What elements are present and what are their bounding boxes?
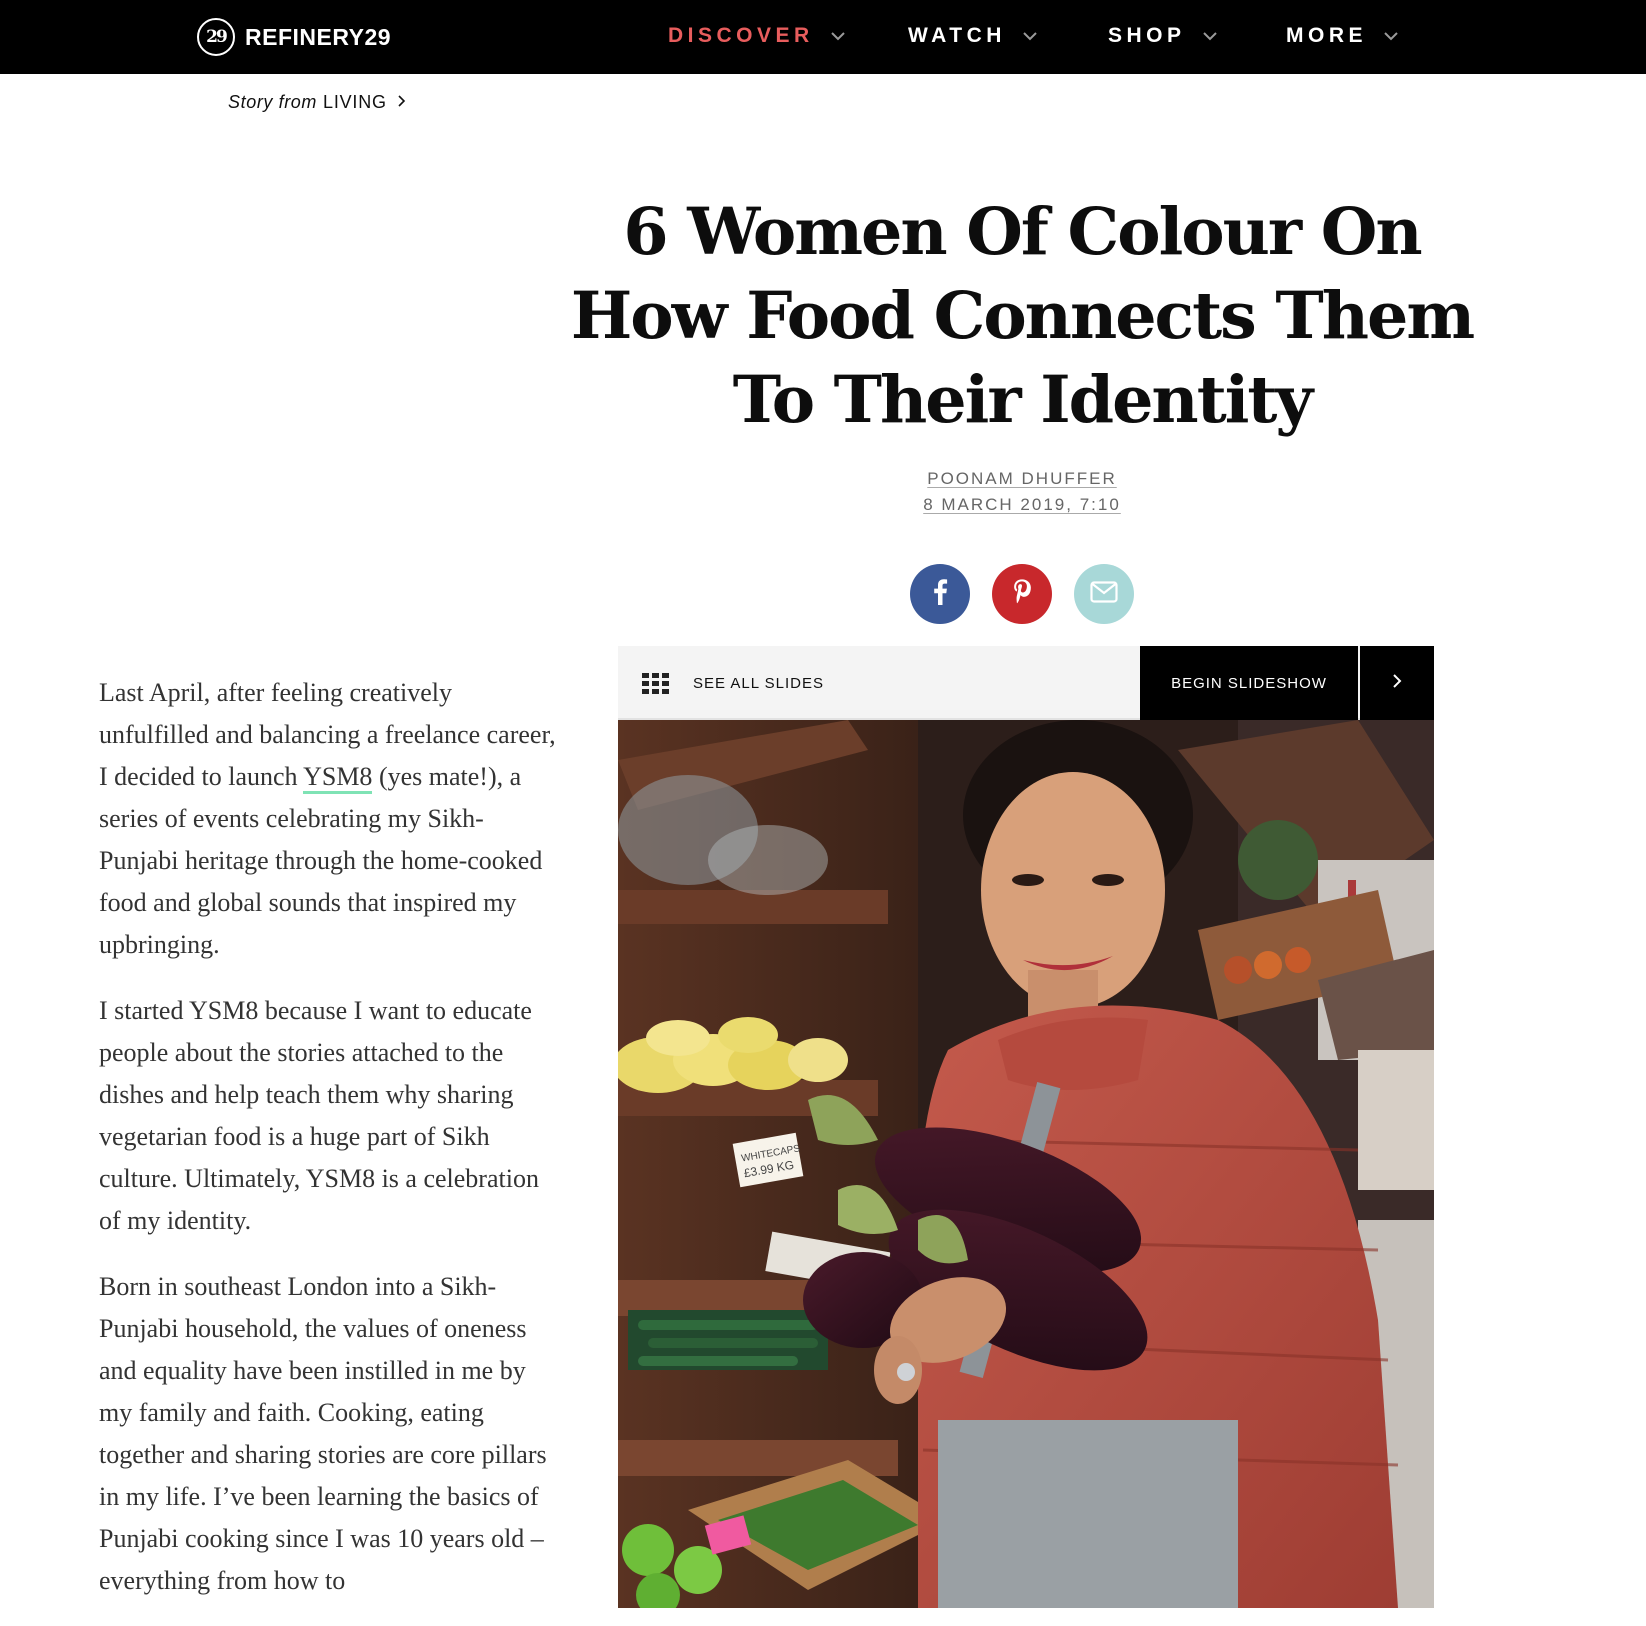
logo-mark-icon: 29	[197, 18, 235, 56]
byline: POONAM DHUFFER 8 MARCH 2019, 7:10	[548, 466, 1496, 518]
see-all-slides-label: SEE ALL SLIDES	[693, 674, 825, 692]
chevron-down-icon	[1383, 28, 1399, 44]
article-title: 6 Women Of Colour On How Food Connects T…	[570, 194, 1475, 438]
slide-photo[interactable]: WHITECAPS £3.99 KG	[618, 720, 1434, 1608]
nav-item-label: MORE	[1286, 24, 1367, 47]
logo-text: REFINERY29	[245, 23, 392, 50]
next-slide-button[interactable]	[1360, 646, 1434, 720]
grid-icon	[642, 672, 669, 694]
nav-item-shop[interactable]: SHOP	[1108, 16, 1218, 56]
see-all-slides-button[interactable]: SEE ALL SLIDES	[642, 646, 824, 720]
pinterest-share-button[interactable]	[992, 564, 1052, 624]
author-link[interactable]: POONAM DHUFFER	[548, 466, 1496, 492]
nav-item-discover[interactable]: DISCOVER	[668, 16, 846, 56]
publish-date: 8 MARCH 2019, 7:10	[923, 495, 1121, 514]
story-from-category: LIVING	[323, 91, 387, 112]
pinterest-icon	[1012, 578, 1032, 611]
nav-item-watch[interactable]: WATCH	[908, 16, 1038, 56]
article-body: Last April, after feeling creatively unf…	[99, 672, 561, 1626]
paragraph-3: Born in southeast London into a Sikh-Pun…	[99, 1272, 547, 1595]
nav-item-label: DISCOVER	[668, 24, 814, 47]
paragraph-1: Last April, after feeling creatively unf…	[99, 672, 561, 966]
mail-icon	[1090, 580, 1118, 608]
nav-item-more[interactable]: MORE	[1286, 16, 1399, 56]
chevron-right-icon	[1391, 672, 1403, 695]
paragraph-2: I started YSM8 because I want to educate…	[99, 996, 539, 1235]
facebook-icon	[932, 578, 948, 610]
chevron-right-icon	[397, 92, 407, 113]
ysm8-link[interactable]: YSM8	[303, 762, 373, 794]
facebook-share-button[interactable]	[910, 564, 970, 624]
email-share-button[interactable]	[1074, 564, 1134, 624]
logo[interactable]: 29 REFINERY29	[197, 12, 391, 62]
chevron-down-icon	[1202, 28, 1218, 44]
nav-item-label: WATCH	[908, 24, 1006, 47]
nav-item-label: SHOP	[1108, 24, 1186, 47]
story-from-breadcrumb[interactable]: Story from LIVING	[228, 90, 407, 114]
market-photo-illustration: WHITECAPS £3.99 KG	[618, 720, 1434, 1608]
story-from-prefix: Story from	[228, 91, 318, 112]
top-navigation: 29 REFINERY29 DISCOVER WATCH SHOP MORE	[0, 0, 1646, 74]
begin-slideshow-button[interactable]: BEGIN SLIDESHOW	[1140, 646, 1358, 720]
chevron-down-icon	[1022, 28, 1038, 44]
slideshow-bar: SEE ALL SLIDES BEGIN SLIDESHOW	[618, 646, 1434, 720]
chevron-down-icon	[830, 28, 846, 44]
